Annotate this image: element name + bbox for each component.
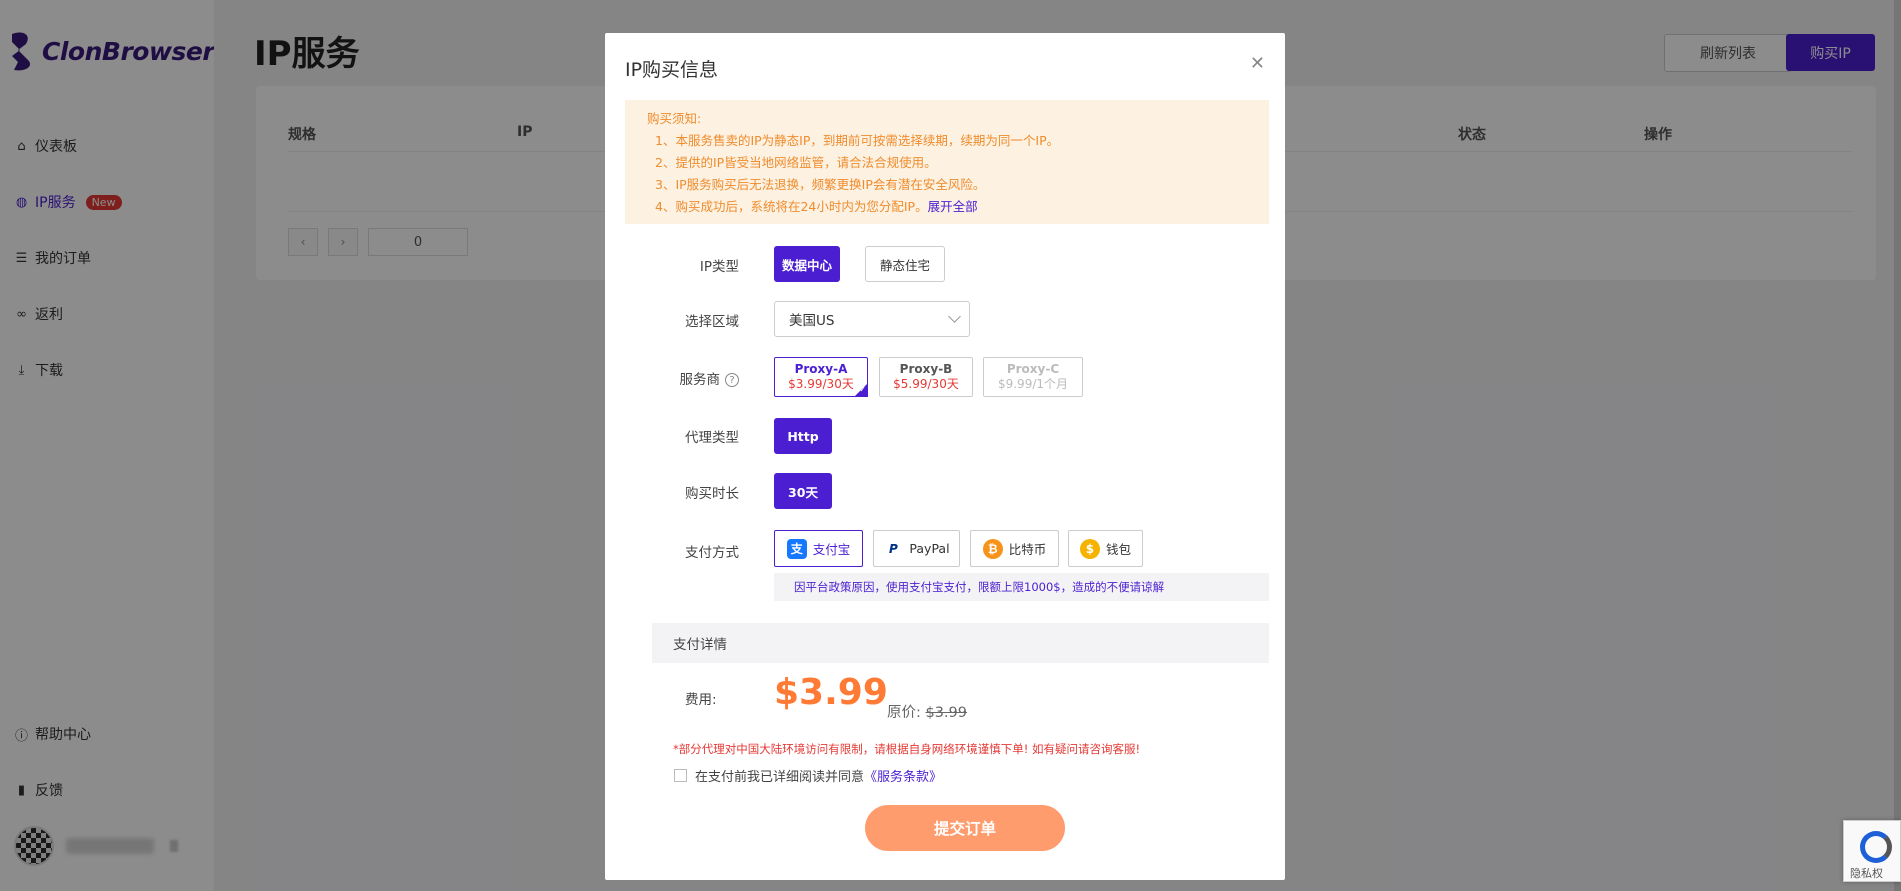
modal-title: IP购买信息	[625, 59, 719, 81]
notice-line: 2、提供的IP皆受当地网络监管，请合法合规使用。	[655, 155, 937, 170]
provider-name: Proxy-A	[794, 362, 848, 376]
provider-proxy-a[interactable]: Proxy-A $3.99/30天 ✓	[774, 357, 868, 397]
notice-line: 3、IP服务购买后无法退换，频繁更换IP会有潜在安全风险。	[655, 177, 986, 192]
payment-tip: 因平台政策原因，使用支付宝支付，限额上限1000$，造成的不便请谅解	[774, 573, 1269, 601]
recaptcha-icon	[1860, 831, 1892, 863]
region-label: 选择区域	[685, 314, 739, 330]
payment-wallet[interactable]: $ 钱包	[1068, 530, 1143, 567]
payment-paypal[interactable]: P PayPal	[873, 530, 960, 567]
notice-line: 1、本服务售卖的IP为静态IP，到期前可按需选择续期，续期为同一个IP。	[655, 133, 1060, 148]
price-value: $3.99	[774, 672, 888, 713]
payment-label-text: 钱包	[1105, 542, 1131, 557]
provider-proxy-c: Proxy-C $9.99/1个月	[983, 357, 1083, 397]
terms-link[interactable]: 《服务条款》	[864, 770, 942, 785]
ip-purchase-modal: IP购买信息 ✕ 购买须知: 1、本服务售卖的IP为静态IP，到期前可按需选择续…	[605, 33, 1285, 880]
ip-type-datacenter[interactable]: 数据中心	[774, 246, 840, 282]
recaptcha-badge[interactable]: 隐私权	[1843, 820, 1901, 882]
agree-checkbox[interactable]	[674, 769, 687, 782]
fee-label: 费用:	[685, 692, 717, 708]
original-price-value: $3.99	[925, 705, 968, 721]
region-value: 美国US	[789, 313, 835, 329]
payment-label: 支付方式	[685, 545, 739, 561]
payment-label-text: 比特币	[1008, 542, 1047, 557]
provider-price: $9.99/1个月	[997, 377, 1069, 391]
agree-text: 在支付前我已详细阅读并同意	[695, 770, 865, 785]
payment-bitcoin[interactable]: ₿ 比特币	[970, 530, 1059, 567]
notice-line: 4、购买成功后，系统将在24小时内为您分配IP。展开全部	[655, 199, 978, 214]
expand-all-link[interactable]: 展开全部	[928, 199, 978, 214]
proxy-type-http[interactable]: Http	[774, 418, 832, 454]
notice-heading: 购买须知:	[647, 111, 702, 126]
bitcoin-icon: ₿	[982, 538, 1003, 559]
recaptcha-text: 隐私权	[1850, 867, 1883, 880]
provider-name: Proxy-B	[899, 362, 953, 376]
payment-alipay[interactable]: 支 支付宝	[774, 530, 863, 567]
payment-label-text: 支付宝	[812, 542, 851, 557]
terms-agreement: 在支付前我已详细阅读并同意《服务条款》	[674, 766, 942, 785]
ip-type-static-residential[interactable]: 静态住宅	[865, 246, 945, 282]
submit-order-button[interactable]: 提交订单	[865, 805, 1065, 851]
region-select[interactable]: 美国US	[774, 301, 970, 337]
payment-details-header: 支付详情	[652, 623, 1269, 663]
duration-label: 购买时长	[685, 486, 739, 502]
alipay-icon: 支	[786, 538, 807, 559]
provider-label: 服务商?	[639, 368, 739, 388]
provider-price: $3.99/30天	[788, 377, 854, 391]
ip-type-label: IP类型	[699, 259, 739, 275]
paypal-icon: P	[883, 538, 904, 559]
chevron-down-icon	[948, 310, 961, 323]
payment-label-text: PayPal	[909, 541, 950, 556]
provider-name: Proxy-C	[1006, 362, 1060, 376]
region-warning: *部分代理对中国大陆环境访问有限制，请根据自身网络环境谨慎下单! 如有疑问请咨询…	[673, 742, 1141, 756]
wallet-icon: $	[1079, 538, 1100, 559]
check-icon: ✓	[859, 385, 866, 394]
question-icon[interactable]: ?	[725, 373, 739, 387]
provider-price: $5.99/30天	[893, 377, 959, 391]
provider-proxy-b[interactable]: Proxy-B $5.99/30天	[879, 357, 973, 397]
close-icon[interactable]: ✕	[1250, 53, 1265, 74]
original-price: 原价: $3.99	[887, 705, 968, 721]
purchase-notice: 购买须知: 1、本服务售卖的IP为静态IP，到期前可按需选择续期，续期为同一个I…	[625, 100, 1269, 224]
proxy-type-label: 代理类型	[685, 430, 739, 446]
duration-30-days[interactable]: 30天	[774, 473, 832, 509]
